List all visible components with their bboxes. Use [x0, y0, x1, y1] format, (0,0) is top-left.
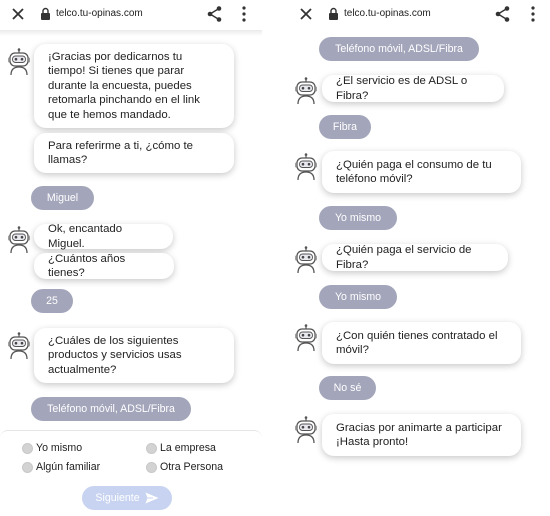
more-vertical-icon[interactable] — [241, 5, 247, 23]
more-vertical-icon[interactable] — [530, 5, 536, 23]
user-reply: Yo mismo — [319, 285, 397, 309]
bot-avatar-icon — [294, 153, 318, 181]
bot-avatar-icon — [7, 332, 31, 360]
bot-avatar-icon — [294, 246, 318, 274]
lock-icon — [41, 7, 50, 20]
user-reply: No sé — [319, 376, 376, 400]
bot-avatar-icon — [294, 416, 318, 444]
bot-avatar-icon — [294, 324, 318, 352]
bot-message-text: ¿El servicio es de ADSL o Fibra? — [336, 75, 468, 102]
option-label: Yo mismo — [36, 442, 83, 454]
left-phone-screen: telco.tu-opinas.com ¡Gracias por dedicar… — [0, 0, 262, 516]
bot-message-text: ¿Con quién tienes contratado el móvil? — [336, 329, 498, 357]
bot-message: ¿Cuáles de los siguientes productos y se… — [34, 328, 234, 383]
bot-message-text: Gracias por animarte a participar ¡Hasta… — [336, 421, 502, 449]
share-icon[interactable] — [206, 5, 224, 23]
url-text[interactable]: telco.tu-opinas.com — [56, 8, 143, 19]
bot-message-text: ¿Quién paga el consumo de tu teléfono mó… — [336, 158, 492, 186]
radio-button[interactable] — [146, 461, 157, 473]
bot-message: Ok, encantado Miguel. — [34, 223, 173, 250]
bot-avatar-icon — [294, 77, 318, 105]
url-text[interactable]: telco.tu-opinas.com — [344, 8, 431, 19]
option-label: Otra Persona — [160, 461, 224, 473]
bot-message-text: Ok, encantado Miguel. — [48, 223, 123, 250]
option-label: Algún familiar — [36, 461, 101, 473]
user-reply: Miguel — [31, 186, 94, 210]
submit-label: Siguiente — [95, 492, 140, 504]
bot-message: ¿Quién paga el servicio de Fibra? — [322, 244, 508, 271]
option-yo-mismo[interactable]: Yo mismo — [22, 442, 82, 454]
user-reply: Yo mismo — [319, 206, 397, 230]
bot-message-text: ¿Quién paga el servicio de Fibra? — [336, 244, 472, 271]
user-reply: Teléfono móvil, ADSL/Fibra — [319, 37, 479, 61]
bot-avatar-icon — [7, 226, 31, 254]
bot-message: ¿Quién paga el consumo de tu teléfono mó… — [322, 151, 521, 193]
bot-message: ¡Gracias por dedicarnos tu tiempo! Si ti… — [34, 44, 234, 128]
bot-message: ¿Con quién tienes contratado el móvil? — [322, 322, 521, 364]
submit-button[interactable]: Siguiente — [82, 486, 172, 510]
bot-message: Para referirme a ti, ¿cómo te llamas? — [34, 133, 234, 173]
bot-message-text: Para referirme a ti, ¿cómo te llamas? — [48, 139, 193, 167]
user-reply: Teléfono móvil, ADSL/Fibra — [31, 397, 191, 421]
bot-message-text: ¡Gracias por dedicarnos tu tiempo! Si ti… — [48, 50, 200, 121]
option-label: La empresa — [160, 442, 216, 454]
option-la-empresa[interactable]: La empresa — [146, 442, 216, 454]
radio-button[interactable] — [22, 442, 33, 454]
bot-message: ¿El servicio es de ADSL o Fibra? — [322, 75, 504, 102]
bot-avatar-icon — [7, 48, 31, 76]
option-otra-persona[interactable]: Otra Persona — [146, 461, 223, 473]
close-icon[interactable] — [10, 6, 26, 22]
bot-message-text: ¿Cuántos años tienes? — [48, 252, 126, 280]
lock-icon — [329, 7, 338, 20]
share-icon[interactable] — [494, 5, 512, 23]
bot-message: Gracias por animarte a participar ¡Hasta… — [322, 414, 521, 456]
bot-message: ¿Cuántos años tienes? — [34, 253, 174, 279]
browser-url-bar: telco.tu-opinas.com — [0, 0, 262, 30]
browser-url-bar: telco.tu-opinas.com — [286, 0, 550, 30]
user-reply: 25 — [31, 289, 73, 313]
option-algun-familiar[interactable]: Algún familiar — [22, 461, 100, 473]
right-phone-screen: telco.tu-opinas.com Teléfono móvil, ADSL… — [286, 0, 550, 516]
header-shadow — [0, 30, 262, 36]
close-icon[interactable] — [298, 6, 314, 22]
radio-button[interactable] — [146, 442, 157, 454]
radio-button[interactable] — [22, 461, 33, 473]
bot-message-text: ¿Cuáles de los siguientes productos y se… — [48, 334, 182, 376]
send-icon — [145, 492, 159, 504]
user-reply: Fibra — [319, 115, 371, 139]
